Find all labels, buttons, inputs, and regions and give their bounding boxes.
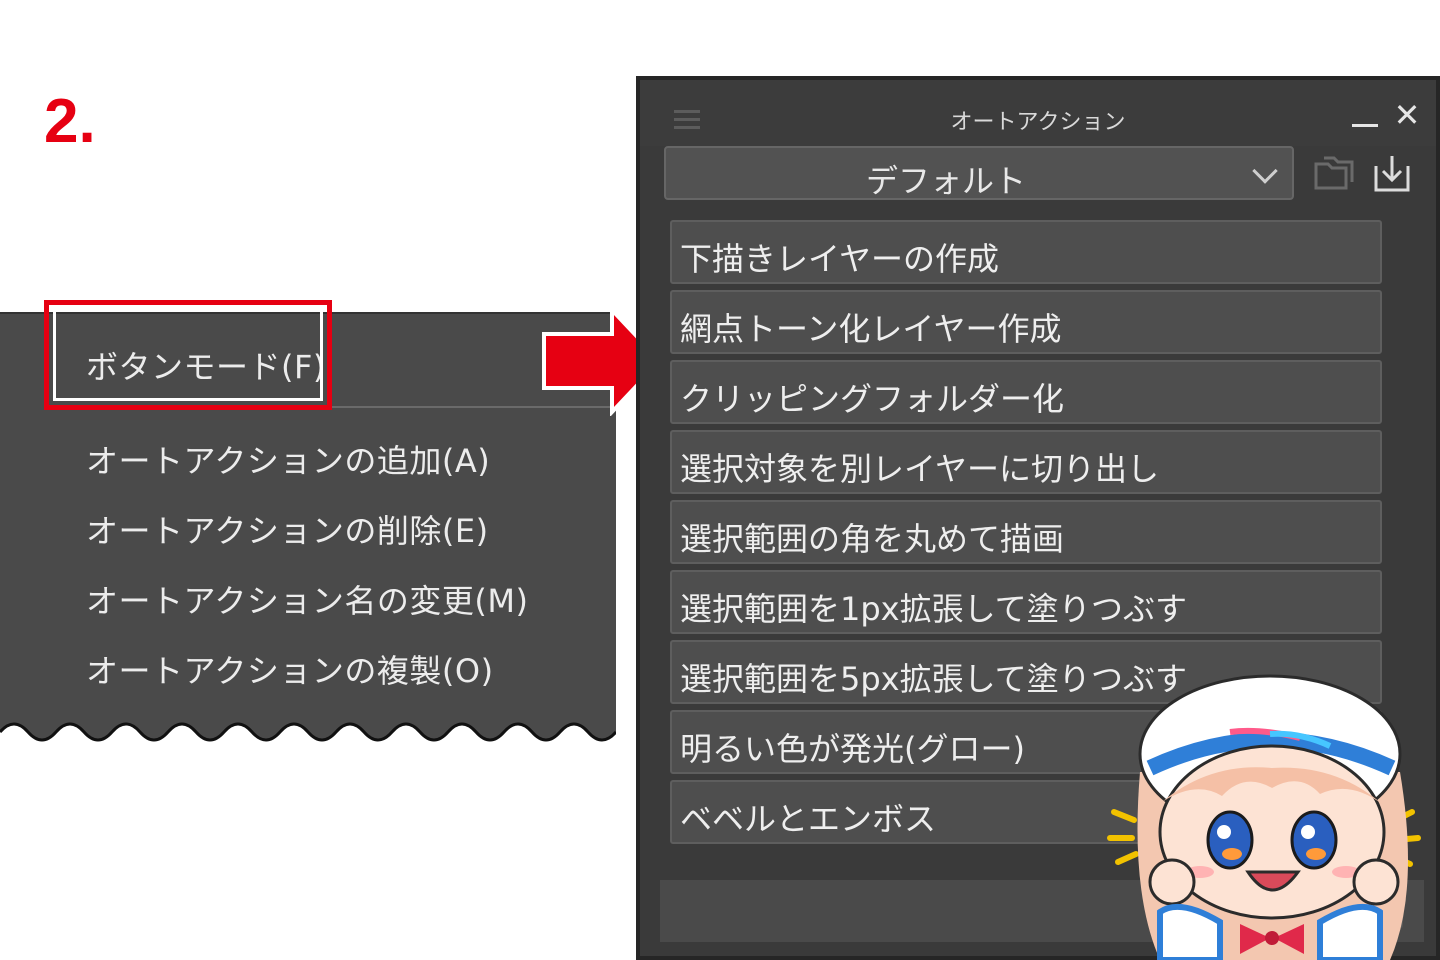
torn-edge (0, 722, 616, 760)
list-item[interactable]: 選択対象を別レイヤーに切り出し (670, 430, 1382, 494)
folder-icon[interactable] (1312, 154, 1356, 194)
menu-item-delete-auto-action[interactable]: オートアクションの削除(E) (86, 506, 489, 552)
list-item[interactable]: 網点トーン化レイヤー作成 (670, 290, 1382, 354)
menu-item-rename-auto-action[interactable]: オートアクション名の変更(M) (86, 576, 528, 622)
auto-action-set-select[interactable]: デフォルト (664, 146, 1294, 200)
list-item-label: 選択範囲を1px拡張して塗りつぶす (680, 590, 1187, 628)
list-item-label: ベベルとエンボス (680, 800, 937, 838)
title-bar: オートアクション ✕ (640, 80, 1436, 146)
list-item-label: 選択範囲の角を丸めて描画 (680, 520, 1065, 558)
list-item-label: 明るい色が発光(グロー) (680, 730, 1025, 768)
panel-toolbar: デフォルト (660, 142, 1424, 214)
highlight-frame (44, 300, 332, 410)
close-icon[interactable]: ✕ (1392, 99, 1422, 131)
list-item-label: 選択対象を別レイヤーに切り出し (680, 450, 1160, 488)
mascot-character (1107, 674, 1421, 960)
list-item[interactable]: クリッピングフォルダー化 (670, 360, 1382, 424)
menu-item-duplicate-auto-action[interactable]: オートアクションの複製(O) (86, 646, 494, 692)
import-icon[interactable] (1370, 152, 1414, 196)
list-item[interactable]: 選択範囲を1px拡張して塗りつぶす (670, 570, 1382, 634)
list-item-label: 下描きレイヤーの作成 (680, 240, 1000, 278)
list-item-label: クリッピングフォルダー化 (680, 380, 1065, 418)
list-item[interactable]: 選択範囲の角を丸めて描画 (670, 500, 1382, 564)
minimize-icon[interactable] (1352, 124, 1378, 127)
step-number: 2. (44, 87, 96, 156)
chevron-down-icon (1252, 158, 1278, 184)
list-item-label: 網点トーン化レイヤー作成 (680, 310, 1062, 348)
auto-action-set-label: デフォルト (865, 162, 1026, 200)
list-item[interactable]: 下描きレイヤーの作成 (670, 220, 1382, 284)
menu-item-add-auto-action[interactable]: オートアクションの追加(A) (86, 436, 490, 482)
panel-title: オートアクション (950, 110, 1126, 135)
